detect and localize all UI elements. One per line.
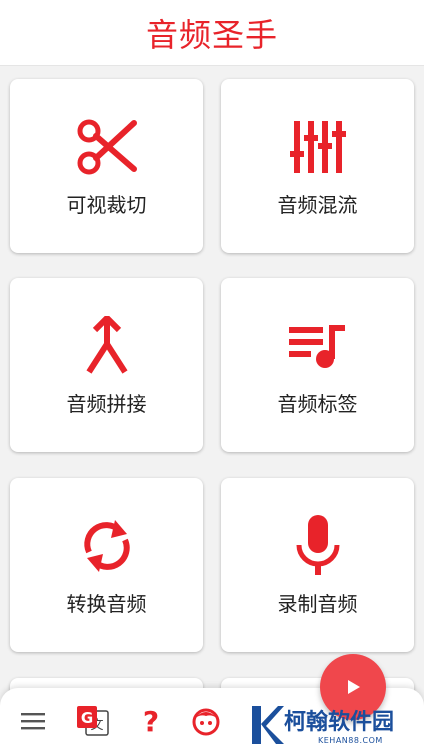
tool-card-audio-tag[interactable]: 音频标签 xyxy=(221,278,414,452)
microphone-icon xyxy=(278,515,358,576)
play-icon xyxy=(348,680,360,694)
app-header: 音频圣手 xyxy=(0,0,424,66)
tool-card-audio-join[interactable]: 音频拼接 xyxy=(10,278,203,452)
help-icon[interactable]: ? xyxy=(134,704,168,738)
watermark-k-logo-icon xyxy=(245,705,285,745)
watermark-text: 柯翰软件园 xyxy=(284,710,395,735)
app-title: 音频圣手 xyxy=(145,15,278,54)
merge-icon xyxy=(67,316,147,376)
menu-icon[interactable] xyxy=(16,704,50,738)
svg-text:G: G xyxy=(81,709,93,727)
scissors-icon xyxy=(67,117,147,177)
tool-label: 录制音频 xyxy=(277,592,358,616)
equalizer-icon xyxy=(278,117,358,177)
tool-label: 音频混流 xyxy=(277,193,358,217)
tool-label: 音频拼接 xyxy=(66,392,147,416)
tool-card-record-audio[interactable]: 录制音频 xyxy=(221,478,414,652)
face-icon[interactable] xyxy=(189,704,223,738)
tool-card-convert-audio[interactable]: 转换音频 xyxy=(10,478,203,652)
tool-label: 转换音频 xyxy=(66,592,147,616)
watermark-subtext: KEHAN88.COM xyxy=(318,736,383,745)
tool-card-visual-cut[interactable]: 可视裁切 xyxy=(10,79,203,253)
tool-label: 音频标签 xyxy=(277,392,358,416)
tool-card-audio-mix[interactable]: 音频混流 xyxy=(221,79,414,253)
tool-label: 可视裁切 xyxy=(66,193,147,217)
translate-icon[interactable]: 文 G xyxy=(76,704,110,738)
watermark-logo: 柯翰软件园 KEHAN88.COM xyxy=(244,700,414,752)
playlist-music-icon xyxy=(278,316,358,376)
svg-text:?: ? xyxy=(143,706,159,736)
convert-cycle-icon xyxy=(67,516,147,576)
